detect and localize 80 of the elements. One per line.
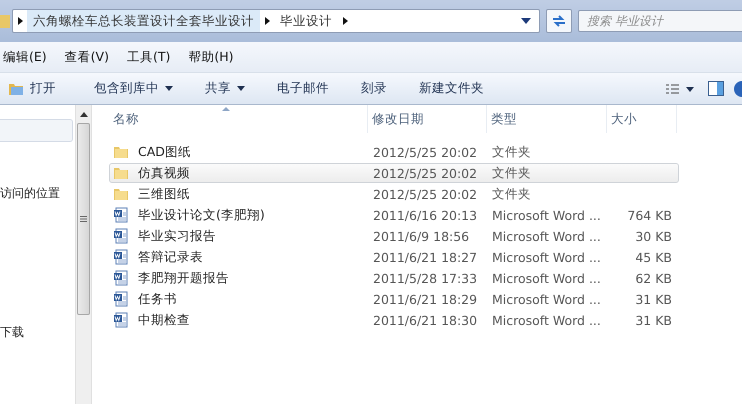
menu-item[interactable]: 工具(T) [118, 44, 180, 70]
toolbar-button[interactable]: 打开 [0, 76, 64, 101]
file-row[interactable]: CAD图纸 2012/5/25 20:02 文件夹 [109, 142, 679, 162]
file-row[interactable]: 中期检查 2011/6/21 18:30 Microsoft Word ... 31 KB [109, 310, 679, 330]
toolbar-button[interactable]: 刻录 [353, 76, 395, 101]
date-cell-text: 2011/6/21 18:27 [372, 250, 478, 264]
toolbar-button[interactable]: 电子邮件 [269, 76, 337, 101]
type-cell-text: Microsoft Word ... [491, 292, 602, 306]
dropdown-icon[interactable] [521, 18, 531, 24]
date-cell-text: 2012/5/25 20:02 [372, 186, 478, 202]
search-field[interactable]: 搜索 毕业设计 [578, 10, 742, 32]
file-name: 毕业实习报告 [137, 228, 217, 244]
view-options-icon[interactable] [666, 84, 694, 94]
size-cell-text: 31 KB [634, 312, 673, 328]
size-cell-text: 764 KB [626, 208, 673, 222]
date-cell-text: 2011/6/21 18:30 [372, 312, 478, 328]
breadcrumb[interactable]: 毕业设计 [274, 10, 338, 32]
type-cell-text: 文件夹 [491, 144, 532, 160]
file-row[interactable]: 答辩记录表 2011/6/21 18:27 Microsoft Word ... 45 KB [109, 247, 679, 267]
menu-item[interactable]: 帮助(H) [179, 44, 243, 70]
file-row[interactable]: 任务书 2011/6/21 18:29 Microsoft Word ... 31 KB [109, 289, 679, 309]
toolbar-button[interactable]: 包含到库中 [86, 76, 181, 101]
file-row[interactable]: 李肥翔开题报告 2011/5/28 17:33 Microsoft Word ... 62 KB [109, 268, 679, 288]
size-cell-text: 62 KB [634, 270, 673, 286]
file-name: 三维图纸 [137, 186, 191, 202]
file-name: CAD图纸 [137, 144, 192, 160]
file-name: 中期检查 [137, 312, 191, 328]
file-row[interactable]: 三维图纸 2012/5/25 20:02 文件夹 [109, 184, 679, 204]
column-header[interactable]: 修改日期 [368, 105, 487, 133]
type-cell-text: Microsoft Word ... [491, 250, 602, 264]
type-cell-text: 文件夹 [491, 186, 532, 202]
toolbar-button[interactable]: 新建文件夹 [411, 76, 492, 101]
menu-item[interactable]: 编辑(E) [0, 44, 56, 70]
column-header[interactable]: 名称 [109, 105, 368, 133]
type-cell-text: Microsoft Word ... [491, 228, 602, 244]
type-cell-text: 文件夹 [491, 164, 532, 182]
preview-pane-icon[interactable] [708, 81, 724, 96]
sort-caret-icon [222, 107, 230, 111]
column-header[interactable]: 大小 [607, 105, 677, 133]
file-name: 答辩记录表 [137, 248, 204, 266]
date-cell-text: 2011/5/28 17:33 [372, 270, 478, 286]
date-cell-text: 2012/5/25 20:02 [372, 144, 478, 160]
type-cell-text: Microsoft Word ... [491, 208, 602, 222]
file-row[interactable]: 毕业实习报告 2011/6/9 18:56 Microsoft Word ... 30 KB [109, 226, 679, 246]
file-name: 毕业设计论文(李肥翔) [137, 206, 266, 224]
document-icon [113, 312, 129, 328]
file-name: 李肥翔开题报告 [137, 270, 230, 286]
document-icon [113, 270, 129, 286]
date-cell-text: 2011/6/16 20:13 [372, 208, 478, 222]
date-cell-text: 2011/6/9 18:56 [372, 228, 470, 244]
document-icon [113, 207, 129, 223]
size-cell-text: 30 KB [634, 228, 673, 244]
refresh-button[interactable] [546, 9, 572, 33]
scroll-up-icon [80, 112, 88, 117]
document-icon [113, 291, 129, 307]
selected-file-row[interactable]: 仿真视频 2012/5/25 20:02 文件夹 [109, 163, 679, 183]
type-cell-text: Microsoft Word ... [491, 270, 602, 286]
sidebar-item[interactable]: 下载 [0, 324, 75, 341]
size-cell-text: 45 KB [634, 250, 673, 264]
toolbar-button[interactable]: 共享 [197, 76, 253, 101]
size-cell-text: 31 KB [634, 292, 673, 306]
caret-icon [237, 86, 245, 91]
breadcrumb[interactable]: 六角螺栓车总长装置设计全套毕业设计 [27, 10, 260, 32]
document-icon [113, 249, 129, 265]
document-icon [113, 228, 129, 244]
type-cell-text: Microsoft Word ... [491, 312, 602, 328]
refresh-icon [551, 14, 567, 28]
caret-icon [165, 86, 173, 91]
sidebar-item[interactable]: 访问的位置 [0, 185, 75, 202]
grip-icon [80, 216, 87, 222]
file-row[interactable]: 毕业设计论文(李肥翔) 2011/6/16 20:13 Microsoft Word ... 764 KB [109, 205, 679, 225]
file-name: 仿真视频 [137, 164, 191, 182]
help-icon[interactable] [734, 80, 742, 98]
address-bar[interactable]: 六角螺栓车总长装置设计全套毕业设计 毕业设计 [12, 9, 540, 33]
date-cell-text: 2011/6/21 18:29 [372, 292, 478, 306]
file-name: 任务书 [137, 290, 178, 308]
scrollbar[interactable] [75, 105, 92, 404]
menu-item[interactable]: 查看(V) [56, 44, 118, 70]
column-header[interactable]: 类型 [487, 105, 607, 133]
date-cell-text: 2012/5/25 20:02 [372, 166, 478, 180]
